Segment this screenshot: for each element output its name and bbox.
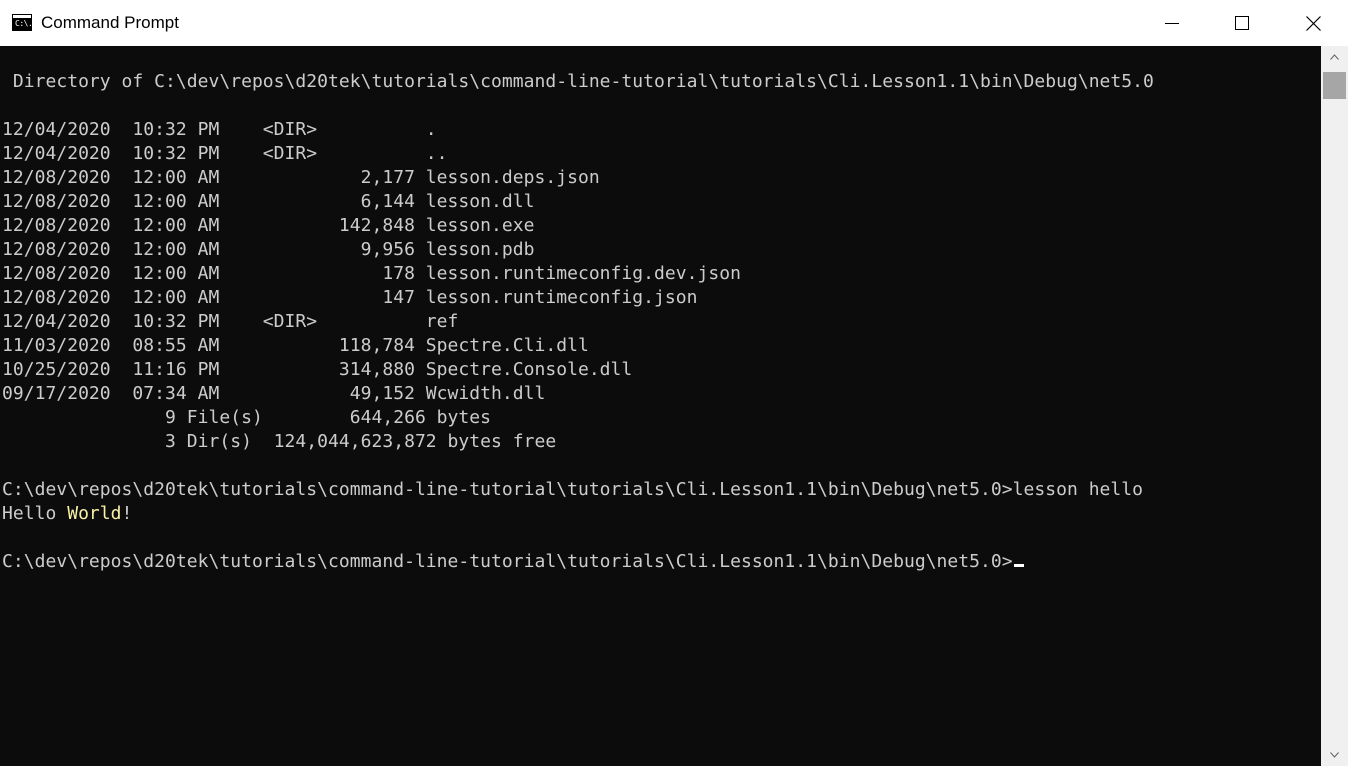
listing-row: 12/08/2020 12:00 AM 6,144 lesson.dll [2, 191, 535, 212]
maximize-icon [1235, 16, 1249, 30]
scroll-thumb[interactable] [1323, 72, 1346, 99]
listing-row: 12/04/2020 10:32 PM <DIR> . [2, 119, 437, 140]
listing-row: 11/03/2020 08:55 AM 118,784 Spectre.Cli.… [2, 335, 589, 356]
window-title: Command Prompt [41, 13, 179, 32]
command-line: C:\dev\repos\d20tek\tutorials\command-li… [2, 478, 1154, 502]
listing-row: 10/25/2020 11:16 PM 314,880 Spectre.Cons… [2, 359, 633, 380]
output-highlight: World [67, 503, 122, 524]
output-suffix: ! [121, 503, 133, 524]
dir-summary: 3 Dir(s) 124,044,623,872 bytes free [2, 431, 557, 452]
maximize-button[interactable] [1207, 0, 1277, 46]
close-icon [1306, 16, 1321, 31]
program-output: Hello World! [2, 502, 1154, 526]
chevron-down-icon [1330, 752, 1339, 758]
scroll-down-button[interactable] [1321, 744, 1348, 766]
console-output[interactable]: Directory of C:\dev\repos\d20tek\tutoria… [0, 46, 1321, 766]
listing-row: 12/04/2020 10:32 PM <DIR> ref [2, 311, 459, 332]
listing-row: 12/04/2020 10:32 PM <DIR> .. [2, 143, 448, 164]
title-bar[interactable]: C:\. Command Prompt [0, 0, 1348, 46]
listing-row: 12/08/2020 12:00 AM 142,848 lesson.exe [2, 215, 535, 236]
command-prompt-window: C:\. Command Prompt Directory of C:\dev\… [0, 0, 1348, 766]
prompt-path: C:\dev\repos\d20tek\tutorials\command-li… [2, 551, 1013, 572]
listing-row: 12/08/2020 12:00 AM 178 lesson.runtimeco… [2, 263, 741, 284]
active-prompt[interactable]: C:\dev\repos\d20tek\tutorials\command-li… [2, 550, 1154, 574]
command-prompt-icon[interactable]: C:\. [12, 14, 33, 31]
minimize-icon [1165, 23, 1179, 24]
file-summary: 9 File(s) 644,266 bytes [2, 407, 492, 428]
vertical-scrollbar[interactable] [1321, 46, 1348, 766]
output-prefix: Hello [2, 503, 68, 524]
listing-row: 12/08/2020 12:00 AM 147 lesson.runtimeco… [2, 287, 698, 308]
minimize-button[interactable] [1137, 0, 1207, 46]
command-text: lesson hello [1012, 479, 1144, 500]
listing-row: 12/08/2020 12:00 AM 2,177 lesson.deps.js… [2, 167, 600, 188]
listing-row: 09/17/2020 07:34 AM 49,152 Wcwidth.dll [2, 383, 546, 404]
text-cursor [1013, 564, 1024, 567]
listing-row: 12/08/2020 12:00 AM 9,956 lesson.pdb [2, 239, 535, 260]
prompt-path: C:\dev\repos\d20tek\tutorials\command-li… [2, 479, 1013, 500]
close-button[interactable] [1278, 0, 1348, 46]
scroll-up-button[interactable] [1321, 46, 1348, 68]
chevron-up-icon [1330, 54, 1339, 60]
directory-header: Directory of C:\dev\repos\d20tek\tutoria… [2, 71, 1154, 92]
